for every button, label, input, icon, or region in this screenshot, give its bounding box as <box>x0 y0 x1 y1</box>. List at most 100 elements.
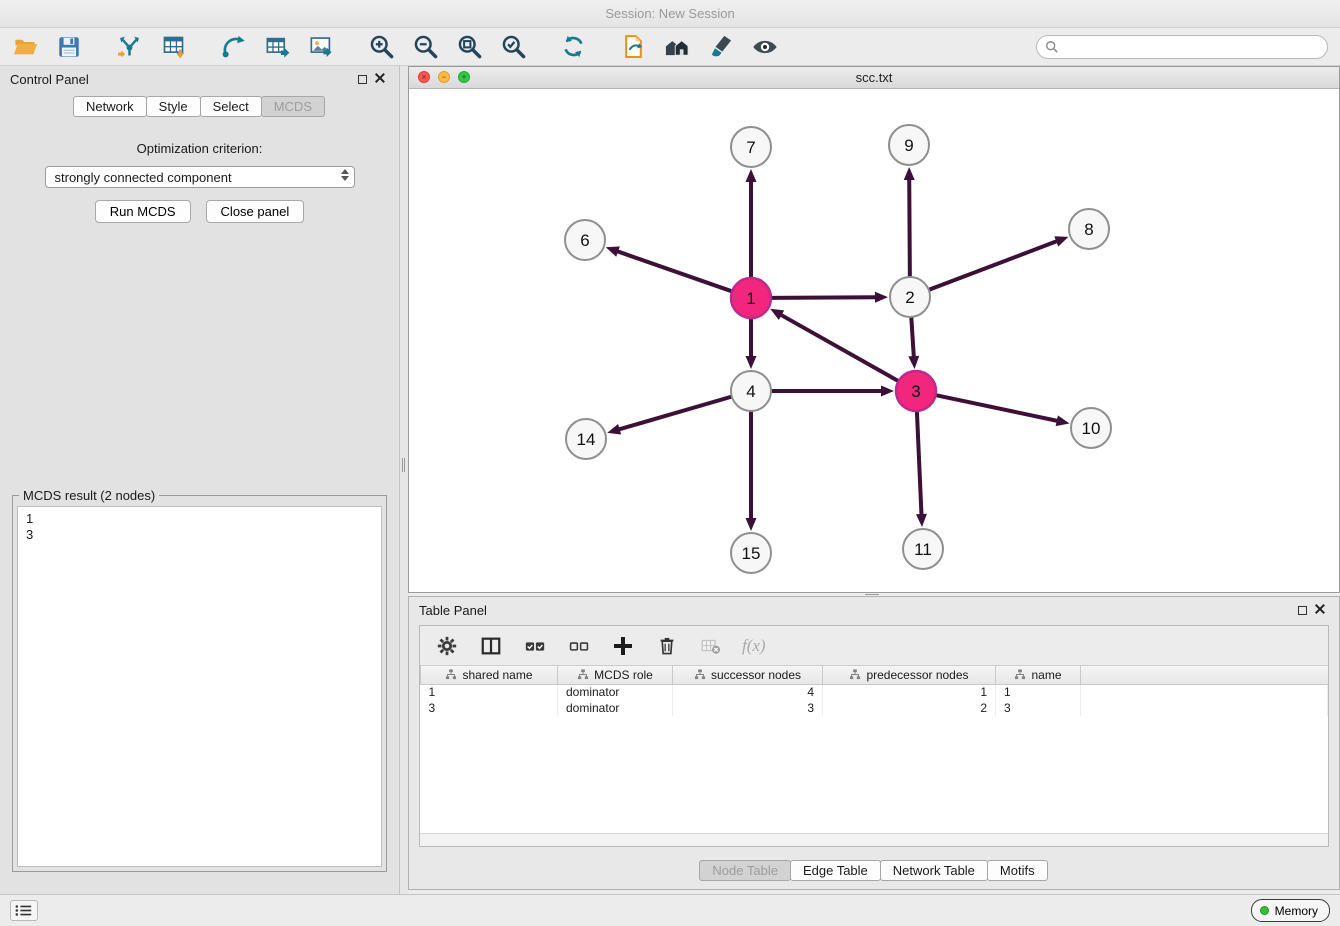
cell-shared-name: 3 <box>421 700 558 716</box>
window-resize-grip-icon[interactable] <box>865 592 879 595</box>
cell-mcds-role: dominator <box>558 700 673 716</box>
file-share-icon <box>620 33 647 60</box>
zoom-in-button[interactable] <box>366 32 396 62</box>
task-history-button[interactable] <box>10 900 38 921</box>
float-icon <box>358 75 367 84</box>
mcds-result-text[interactable]: 1 3 <box>17 506 382 867</box>
graph-edge-arrow-icon <box>881 386 894 397</box>
zoom-out-button[interactable] <box>410 32 440 62</box>
tab-edge-table[interactable]: Edge Table <box>790 860 881 881</box>
graph-edge-arrow-icon <box>1054 236 1068 246</box>
select-all-button[interactable] <box>522 633 548 659</box>
cell-successor-nodes: 4 <box>673 684 823 700</box>
cell-filler <box>1081 700 1328 716</box>
show-columns-button[interactable] <box>478 633 504 659</box>
tab-style[interactable]: Style <box>146 96 201 117</box>
delete-table-button[interactable] <box>698 633 724 659</box>
graph-edge-2-8[interactable] <box>930 241 1057 289</box>
graph-edge-1-6[interactable] <box>618 252 731 292</box>
network-window-title: scc.txt <box>856 70 893 85</box>
float-panel-button[interactable] <box>353 71 371 87</box>
graph-edge-1-2[interactable] <box>772 297 875 298</box>
table-settings-button[interactable] <box>434 633 460 659</box>
export-network-button[interactable] <box>218 32 248 62</box>
graph-edge-2-3[interactable] <box>911 318 913 356</box>
run-mcds-button[interactable]: Run MCDS <box>95 200 191 223</box>
show-hide-button[interactable] <box>750 32 780 62</box>
table-row[interactable]: 3dominator323 <box>421 700 1328 716</box>
import-network-button[interactable] <box>114 32 144 62</box>
tab-select[interactable]: Select <box>200 96 262 117</box>
window-close-button[interactable]: × <box>418 71 430 83</box>
function-builder-button[interactable]: f(x) <box>742 636 766 656</box>
column-header-shared-name[interactable]: shared name <box>421 666 558 684</box>
network-canvas-svg[interactable]: 7968124314101511 <box>409 89 1339 592</box>
refresh-view-button[interactable] <box>558 32 588 62</box>
graph-edge-3-1[interactable] <box>781 315 897 381</box>
memory-label: Memory <box>1275 904 1318 918</box>
network-window-titlebar[interactable]: × − + scc.txt <box>409 67 1339 89</box>
search-field <box>1036 35 1328 59</box>
window-minimize-button[interactable]: − <box>438 71 450 83</box>
delete-column-button[interactable] <box>654 633 680 659</box>
tab-node-table[interactable]: Node Table <box>699 860 791 881</box>
file-share-button[interactable] <box>618 32 648 62</box>
table-float-button[interactable] <box>1293 602 1311 618</box>
graph-edge-arrow-icon <box>606 246 620 256</box>
graph-edge-3-10[interactable] <box>937 395 1057 420</box>
plus-icon <box>611 634 635 658</box>
deselect-all-icon <box>568 635 590 657</box>
graph-edge-arrow-icon <box>916 514 927 527</box>
tab-mcds[interactable]: MCDS <box>261 96 325 117</box>
window-maximize-button[interactable]: + <box>458 71 470 83</box>
deselect-all-button[interactable] <box>566 633 592 659</box>
zoom-selected-button[interactable] <box>498 32 528 62</box>
tab-motifs[interactable]: Motifs <box>987 860 1048 881</box>
table-close-button[interactable]: ⨯ <box>1311 602 1329 618</box>
graph-edge-3-11[interactable] <box>917 412 922 514</box>
criterion-dropdown[interactable]: strongly connected component <box>45 166 355 188</box>
graph-edge-2-9[interactable] <box>909 180 910 276</box>
window-title: Session: New Session <box>605 6 734 21</box>
graph-edge-4-14[interactable] <box>620 397 731 429</box>
import-table-button[interactable] <box>158 32 188 62</box>
criterion-dropdown-value: strongly connected component <box>55 170 232 185</box>
close-panel-button[interactable]: ⨯ <box>371 71 389 87</box>
close-icon: ⨯ <box>373 73 386 85</box>
app-titlebar: Session: New Session <box>0 0 1340 28</box>
style-brush-button[interactable] <box>706 32 736 62</box>
network-canvas[interactable]: 7968124314101511 <box>409 89 1339 592</box>
select-all-icon <box>524 635 546 657</box>
search-input[interactable] <box>1059 40 1327 54</box>
export-table-button[interactable] <box>262 32 292 62</box>
save-icon <box>56 34 82 60</box>
cell-mcds-role: dominator <box>558 684 673 700</box>
graph-edge-arrow-icon <box>875 292 888 303</box>
optimization-criterion-label: Optimization criterion: <box>0 141 399 156</box>
control-panel-title: Control Panel <box>10 72 89 87</box>
save-session-button[interactable] <box>54 32 84 62</box>
vertical-splitter[interactable] <box>400 66 408 894</box>
add-column-button[interactable] <box>610 633 636 659</box>
table-row[interactable]: 1dominator411 <box>421 684 1328 700</box>
tab-network[interactable]: Network <box>73 96 147 117</box>
zoom-fit-button[interactable] <box>454 32 484 62</box>
close-panel-action-button[interactable]: Close panel <box>206 200 305 223</box>
column-header-successor-nodes[interactable]: successor nodes <box>673 666 823 684</box>
column-header-name[interactable]: name <box>996 666 1081 684</box>
graphics-details-button[interactable] <box>662 32 692 62</box>
column-header-predecessor-nodes[interactable]: predecessor nodes <box>823 666 996 684</box>
graph-edge-arrow-icon <box>1056 415 1070 426</box>
columns-icon <box>480 635 502 657</box>
sort-tree-icon <box>577 669 589 680</box>
close-icon: ⨯ <box>1313 604 1326 616</box>
column-header-mcds-role[interactable]: MCDS role <box>558 666 673 684</box>
open-session-button[interactable] <box>10 32 40 62</box>
horizontal-scrollbar[interactable] <box>420 833 1328 846</box>
memory-button[interactable]: Memory <box>1251 899 1330 922</box>
table-scroll-area[interactable] <box>420 716 1328 833</box>
table-header-row: shared name MCDS role successor nodes pr… <box>421 666 1328 684</box>
export-network-icon <box>220 33 247 60</box>
export-image-button[interactable] <box>306 32 336 62</box>
tab-network-table[interactable]: Network Table <box>880 860 988 881</box>
